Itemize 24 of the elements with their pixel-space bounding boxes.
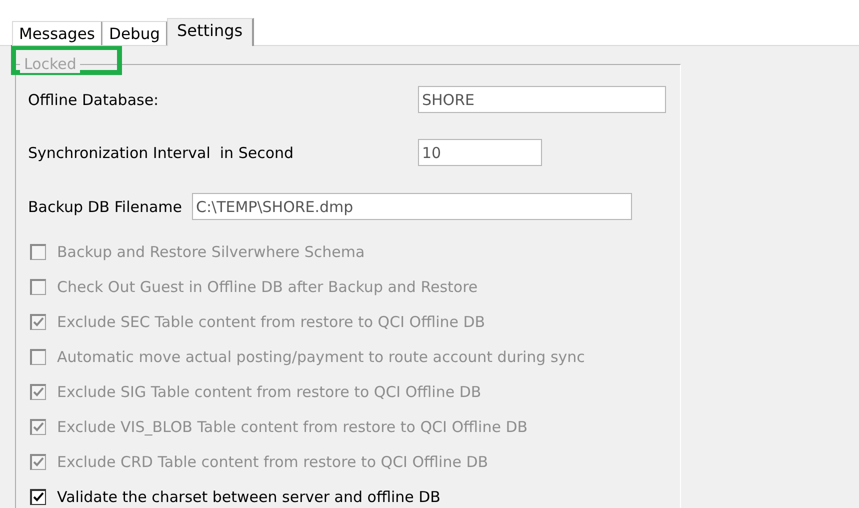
checkbox-label: Exclude CRD Table content from restore to QCI Offline DB [57,452,488,470]
checkbox-label: Exclude SEC Table content from restore to QCI Offline DB [57,312,486,330]
field-label: Offline Database: [28,90,159,108]
input-field[interactable]: C:\TEMP\SHORE.dmp [192,193,632,220]
tab[interactable]: Settings [167,18,254,46]
checkmark-icon [33,422,44,432]
field-label: Backup DB Filename [28,198,182,216]
checkbox-label: Backup and Restore Silverwhere Schema [57,242,365,260]
checkbox-label: Validate the charset between server and offline DB [57,488,440,506]
input-field[interactable]: SHORE [418,86,666,113]
checkbox-label: Exclude VIS_BLOB Table content from restore to QCI Offline DB [57,418,528,436]
group-title: Locked [20,55,80,73]
field-label: Synchronization Interval in Second [28,144,294,162]
input-field[interactable]: 10 [418,139,542,166]
checkbox-label: Exclude SIG Table content from restore to QCI Offline DB [57,382,482,400]
checkmark-icon [33,492,44,502]
checkbox[interactable] [30,488,46,504]
checkbox-label: Check Out Guest in Offline DB after Backup and Restore [57,278,478,296]
checkmark-icon [33,317,44,327]
tab[interactable]: Debug [102,21,168,46]
checkbox-label: Automatic move actual posting/payment to route account during sync [57,348,585,366]
checkmark-icon [33,387,44,397]
checkmark-icon [33,457,44,467]
tab[interactable]: Messages [12,21,104,46]
